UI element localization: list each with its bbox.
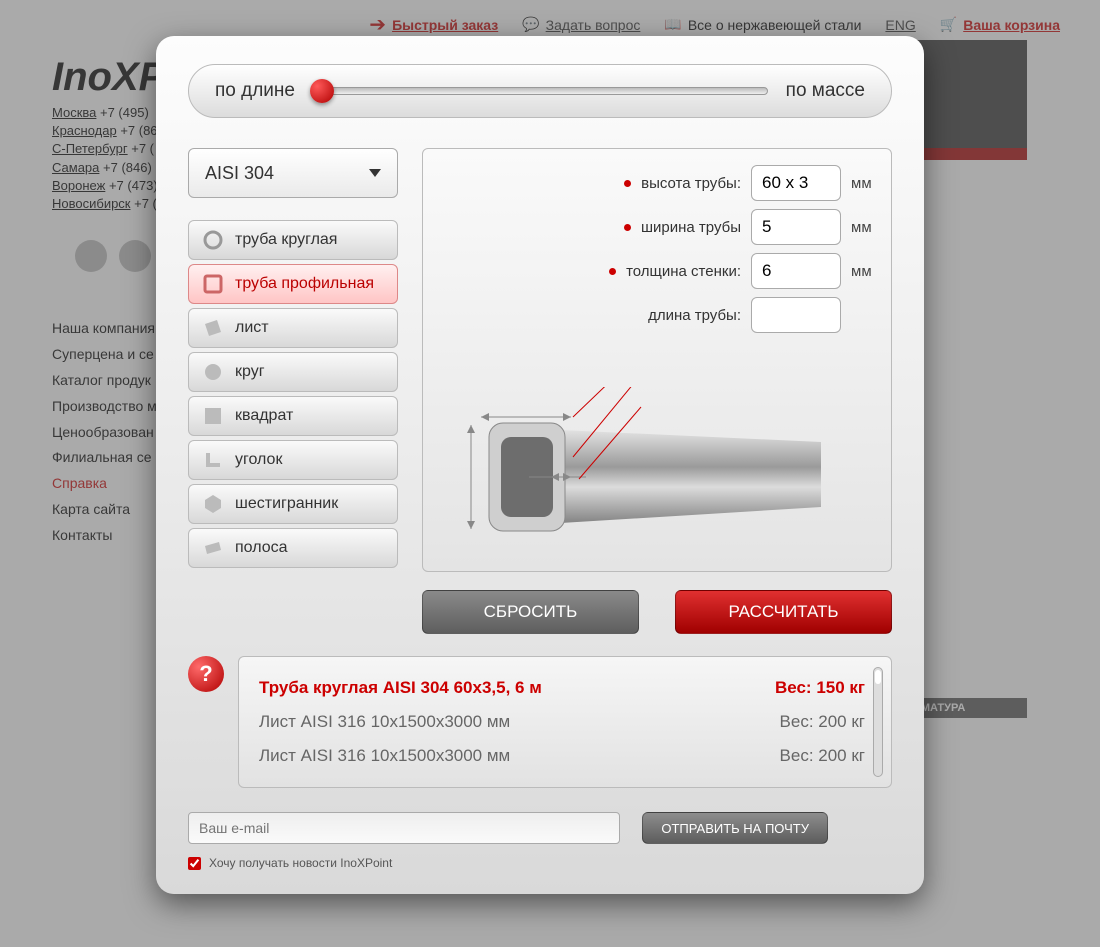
square-icon xyxy=(203,406,223,426)
email-input[interactable] xyxy=(188,812,620,844)
result-row: Труба круглая AISI 304 60х3,5, 6 м Вес: 1… xyxy=(259,671,865,705)
newsletter-label: Хочу получать новости InoXPoint xyxy=(209,856,392,870)
toggle-knob[interactable] xyxy=(310,79,334,103)
send-email-button[interactable]: ОТПРАВИТЬ НА ПОЧТУ xyxy=(642,812,828,844)
diagram-panel: высота трубы: мм ширина трубы мм толщина… xyxy=(422,148,892,572)
result-name: Лист AISI 316 10х1500х3000 мм xyxy=(259,739,510,773)
hex-icon xyxy=(203,494,223,514)
result-row: Лист AISI 316 10х1500х3000 мм Вес: 200 кг xyxy=(259,705,865,739)
product-button[interactable]: круг xyxy=(188,352,398,392)
width-input[interactable] xyxy=(751,209,841,245)
product-label: труба профильная xyxy=(235,275,374,293)
product-button[interactable]: квадрат xyxy=(188,396,398,436)
toggle-label-length: по длине xyxy=(215,80,295,102)
product-label: полоса xyxy=(235,539,288,557)
unit-label: мм xyxy=(851,263,875,280)
strip-icon xyxy=(203,538,223,558)
pipe-diagram-image xyxy=(441,387,831,547)
param-label-length: длина трубы: xyxy=(648,307,741,324)
angle-icon xyxy=(203,450,223,470)
product-label: уголок xyxy=(235,451,282,469)
result-weight: Вес: 150 кг xyxy=(775,671,865,705)
product-label: шестигранник xyxy=(235,495,338,513)
result-row: Лист AISI 316 10х1500х3000 мм Вес: 200 кг xyxy=(259,739,865,773)
material-selected-label: AISI 304 xyxy=(205,163,274,184)
reset-button[interactable]: СБРОСИТЬ xyxy=(422,590,639,634)
calculate-button[interactable]: РАССЧИТАТЬ xyxy=(675,590,892,634)
chevron-down-icon xyxy=(369,169,381,177)
mode-toggle[interactable]: по длине по массе xyxy=(188,64,892,118)
bullet-icon xyxy=(624,180,631,187)
results-list: Труба круглая AISI 304 60х3,5, 6 м Вес: 1… xyxy=(238,656,892,788)
result-weight: Вес: 200 кг xyxy=(780,739,865,773)
bullet-icon xyxy=(609,268,616,275)
calculator-modal: по длине по массе AISI 304 труба круглая… xyxy=(156,36,924,894)
height-input[interactable] xyxy=(751,165,841,201)
toggle-track[interactable] xyxy=(313,87,768,95)
product-button[interactable]: лист xyxy=(188,308,398,348)
product-button[interactable]: полоса xyxy=(188,528,398,568)
product-label: квадрат xyxy=(235,407,293,425)
param-label-height: высота трубы: xyxy=(641,175,741,192)
circle-icon xyxy=(203,362,223,382)
param-label-width: ширина трубы xyxy=(641,219,741,236)
help-icon[interactable]: ? xyxy=(188,656,224,692)
product-button[interactable]: труба круглая xyxy=(188,220,398,260)
newsletter-checkbox[interactable] xyxy=(188,857,201,870)
result-weight: Вес: 200 кг xyxy=(780,705,865,739)
product-label: лист xyxy=(235,319,269,337)
ring-icon xyxy=(203,230,223,250)
product-button[interactable]: труба профильная xyxy=(188,264,398,304)
length-input[interactable] xyxy=(751,297,841,333)
result-name: Труба круглая AISI 304 60х3,5, 6 м xyxy=(259,671,542,705)
unit-label: мм xyxy=(851,219,875,236)
sheet-icon xyxy=(203,318,223,338)
result-name: Лист AISI 316 10х1500х3000 мм xyxy=(259,705,510,739)
toggle-label-mass: по массе xyxy=(786,80,865,102)
bullet-icon xyxy=(624,224,631,231)
product-button[interactable]: шестигранник xyxy=(188,484,398,524)
wall-input[interactable] xyxy=(751,253,841,289)
square-outline-icon xyxy=(203,274,223,294)
product-label: круг xyxy=(235,363,265,381)
param-label-wall: толщина стенки: xyxy=(626,263,741,280)
unit-label: мм xyxy=(851,175,875,192)
product-label: труба круглая xyxy=(235,231,337,249)
material-select[interactable]: AISI 304 xyxy=(188,148,398,198)
scrollbar[interactable] xyxy=(873,667,883,777)
product-button[interactable]: уголок xyxy=(188,440,398,480)
